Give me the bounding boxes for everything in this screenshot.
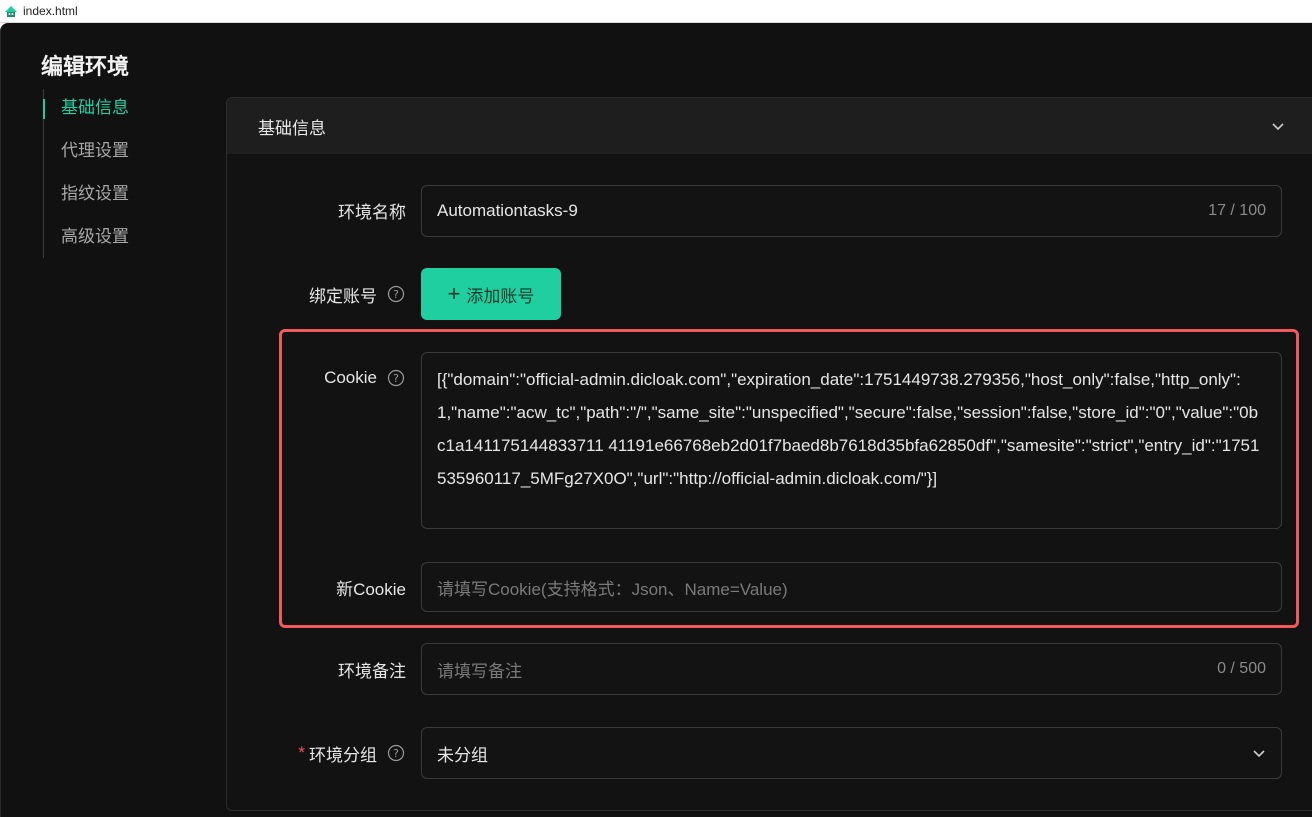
group-selected-value: 未分组 (437, 745, 488, 765)
side-nav: 基础信息 代理设置 指纹设置 高级设置 (43, 89, 193, 258)
app-main: 编辑环境 基础信息 代理设置 指纹设置 高级设置 基础信息 环境名称 Autom… (0, 23, 1312, 817)
env-name-label: 环境名称 (301, 185, 406, 235)
new-cookie-label: 新Cookie (301, 562, 406, 612)
bind-account-label: 绑定账号 ? (281, 268, 405, 320)
env-name-label-text: 环境名称 (338, 202, 406, 222)
remark-input[interactable]: 请填写备注 0 / 500 (421, 643, 1282, 695)
help-icon[interactable]: ? (387, 369, 405, 387)
env-name-char-count: 17 / 100 (1208, 202, 1266, 219)
chevron-down-icon (1253, 750, 1265, 758)
new-cookie-label-text: 新Cookie (336, 579, 406, 599)
nav-item-proxy-settings[interactable]: 代理设置 (43, 132, 193, 175)
bind-account-label-text: 绑定账号 (309, 286, 377, 306)
nav-item-fingerprint-settings[interactable]: 指纹设置 (43, 175, 193, 218)
window-titlebar: index.html (0, 0, 1312, 23)
cookie-textarea[interactable]: [{"domain":"official-admin.dicloak.com",… (421, 352, 1282, 529)
remark-label-text: 环境备注 (338, 661, 406, 681)
required-mark: * (298, 743, 305, 762)
panel-title: 基础信息 (258, 118, 326, 138)
group-select[interactable]: 未分组 (421, 727, 1282, 779)
nav-item-advanced-settings[interactable]: 高级设置 (43, 218, 193, 258)
env-name-input[interactable]: Automationtasks-9 17 / 100 (421, 185, 1282, 237)
app-logo-icon (5, 6, 17, 17)
panel-header[interactable]: 基础信息 (227, 98, 1312, 154)
cookie-label: Cookie ? (281, 363, 405, 393)
svg-text:?: ? (393, 747, 399, 760)
help-icon[interactable]: ? (387, 285, 405, 303)
help-icon[interactable]: ? (387, 744, 405, 762)
env-name-value: Automationtasks-9 (437, 201, 578, 220)
add-account-button[interactable]: + 添加账号 (421, 268, 561, 320)
svg-text:?: ? (393, 372, 399, 385)
nav-item-basic-info[interactable]: 基础信息 (43, 89, 193, 132)
chevron-down-icon[interactable] (1271, 119, 1285, 133)
remark-label: 环境备注 (301, 643, 406, 695)
plus-icon: + (447, 281, 461, 306)
window-title: index.html (23, 4, 78, 18)
group-label: * 环境分组 ? (271, 727, 405, 779)
page-title: 编辑环境 (41, 54, 130, 79)
remark-char-count: 0 / 500 (1217, 660, 1266, 677)
new-cookie-placeholder: 请填写Cookie(支持格式：Json、Name=Value) (437, 579, 788, 599)
remark-placeholder: 请填写备注 (437, 661, 522, 681)
add-account-button-label: 添加账号 (466, 286, 535, 306)
group-label-text: 环境分组 (309, 745, 377, 765)
cookie-label-text: Cookie (324, 368, 377, 387)
new-cookie-input[interactable]: 请填写Cookie(支持格式：Json、Name=Value) (421, 562, 1282, 612)
svg-text:?: ? (393, 288, 399, 301)
